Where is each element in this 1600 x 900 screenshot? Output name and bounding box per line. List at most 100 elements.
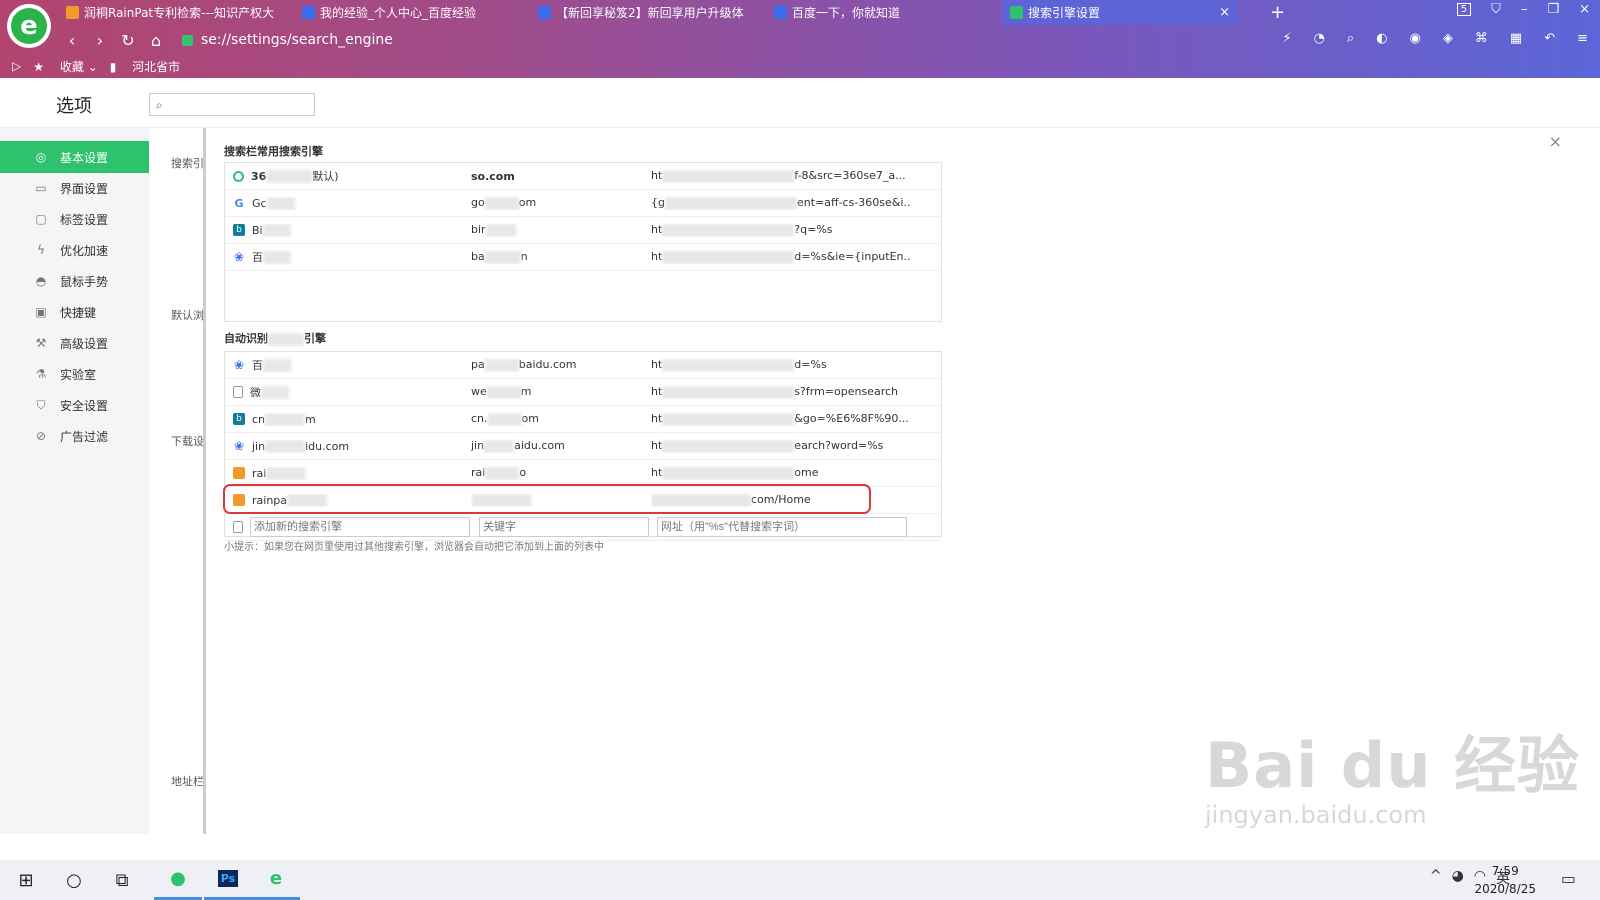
sidebar-item-security[interactable]: ⛉ 安全设置 [0, 389, 149, 421]
engine-keyword: ba [471, 250, 485, 264]
menu-icon[interactable]: ≡ [1577, 31, 1588, 46]
engine-name: Gc [252, 196, 267, 210]
sidebar-item-tabs[interactable]: ▢ 标签设置 [0, 203, 149, 235]
table-row[interactable]: 微 we m ht s?frm=opensearch [225, 379, 941, 406]
sidebar-item-adblock[interactable]: ⊘ 广告过滤 [0, 420, 149, 452]
document-icon [233, 521, 243, 533]
engine-keyword-tail: aidu.com [514, 439, 565, 453]
settings-search-input[interactable] [172, 96, 310, 113]
sidebar-item-lab[interactable]: ⚗ 实验室 [0, 358, 149, 390]
shield-ext-icon[interactable]: ◈ [1443, 31, 1453, 46]
common-engines-title: 搜索栏常用搜索引擎 [224, 145, 323, 158]
wechat-icon[interactable]: ● [154, 860, 202, 900]
table-row[interactable]: ❀ jin idu.com jin aidu.com ht earch?word=%s [225, 433, 941, 460]
shirt-skin-icon[interactable]: ⛉ [1491, 2, 1501, 17]
search-icon[interactable]: ⌕ [1347, 31, 1354, 46]
address-bar[interactable]: se://settings/search_engine [182, 32, 393, 48]
auto-engines-title: 自动识别 引擎 [224, 330, 326, 346]
mouse-icon: ◓ [35, 274, 47, 288]
table-row[interactable]: ❀ 百 ba n ht d=%s&ie={inputEn... [225, 244, 941, 271]
sidebar-item-interface[interactable]: ▭ 界面设置 [0, 172, 149, 204]
tab-close-icon[interactable]: × [1219, 5, 1230, 20]
sidebar-item-label: 广告过滤 [60, 429, 109, 444]
sidebar-item-advanced[interactable]: ⚒ 高级设置 [0, 327, 149, 359]
baidu-paw-icon [302, 6, 315, 19]
block-icon: ⊘ [35, 429, 47, 443]
dialog-close-button[interactable]: × [1549, 132, 1562, 151]
engine-keyword-tail: om [518, 196, 537, 210]
engine-name: 百 [252, 251, 263, 264]
engine-keyword: rai [471, 466, 486, 480]
table-row[interactable]: b Bi bir ht ?q=%s [225, 217, 941, 244]
translate-icon[interactable]: ◐ [1376, 31, 1387, 46]
browser-logo[interactable]: e [7, 4, 51, 48]
baidu-paw-icon [538, 6, 551, 19]
sidebar-item-optimize[interactable]: ϟ 优化加速 [0, 234, 149, 266]
tab-jingyan[interactable]: 我的经验_个人中心_百度经验 [294, 0, 530, 25]
table-row[interactable]: 36 默认) so.com ht f-8&src=360se7_a... [225, 163, 941, 190]
table-row[interactable]: b cn m cn. om ht &go=%E6%8F%90... [225, 406, 941, 433]
baidu-paw-icon: ❀ [233, 439, 245, 453]
extension-icon[interactable]: ◉ [1410, 31, 1421, 46]
engine-name: 36 [251, 169, 267, 183]
favorites-menu[interactable]: ★ 收藏 ⌄ [33, 58, 97, 75]
game-icon[interactable]: ⌘ [1475, 31, 1488, 46]
bookmark-folder[interactable]: ▮ 河北省市 [110, 58, 180, 75]
new-engine-url-input[interactable] [657, 517, 907, 537]
tab-count-badge[interactable]: 5 [1456, 3, 1472, 16]
engine-url: ht [651, 169, 663, 183]
tab-baidu[interactable]: 百度一下，你就知道 [766, 0, 1002, 25]
sidebar-item-label: 优化加速 [60, 243, 109, 258]
windows-start-icon[interactable]: ⊞ [2, 860, 50, 900]
table-row[interactable]: rai rai o ht ome [225, 460, 941, 487]
sidebar-toggle-icon[interactable]: ▷ [12, 59, 21, 73]
logo-e-icon: e [11, 8, 47, 44]
engine-keyword: cn. [471, 412, 488, 426]
clock-date: 2020/8/25 [1474, 882, 1536, 896]
close-window-button[interactable]: × [1579, 2, 1590, 17]
table-row[interactable]: G Gc go om {g ent=aff-cs-360se&i... [225, 190, 941, 217]
cortana-icon[interactable]: ○ [50, 860, 98, 900]
puzzle-icon[interactable]: ▦ [1510, 31, 1522, 46]
forward-button[interactable]: › [86, 31, 114, 50]
restore-button[interactable]: ❐ [1547, 2, 1559, 17]
bolt-icon[interactable]: ⚡ [1282, 31, 1291, 46]
undo-icon[interactable]: ↶ [1544, 31, 1555, 46]
new-tab-button[interactable]: + [1270, 2, 1285, 23]
engine-url: ht [651, 385, 663, 399]
reload-button[interactable]: ↻ [114, 31, 142, 50]
sidebar-item-label: 鼠标手势 [60, 274, 109, 289]
engine-keyword: we [471, 385, 487, 399]
back-button[interactable]: ‹ [58, 31, 86, 50]
task-view-icon[interactable]: ⧉ [98, 860, 146, 900]
new-engine-keyword-input[interactable] [479, 517, 649, 537]
windows-taskbar: ⊞ ○ ⧉ ● Ps e ^ ◕ ◠ 英 7:59 2020/8/25 ▭ [0, 860, 1600, 900]
qq-icon[interactable]: ◕ [1452, 868, 1464, 888]
extension-icon[interactable]: ◔ [1314, 31, 1325, 46]
home-button[interactable]: ⌂ [142, 31, 170, 50]
settings-sidebar: ◎ 基本设置 ▭ 界面设置 ▢ 标签设置 ϟ 优化加速 ◓ 鼠标手势 ▣ 快捷键 ⚒ 高级设置… [0, 128, 149, 834]
tab-title: 润桐RainPat专利检索---知识产权大 [84, 6, 275, 20]
browser-360-icon[interactable]: e [252, 860, 300, 900]
new-engine-name-input[interactable] [250, 517, 470, 537]
tab-search-engine-settings[interactable]: 搜索引擎设置 × [1002, 0, 1238, 25]
table-row[interactable]: ❀ 百 pa baidu.com ht d=%s [225, 352, 941, 379]
nav-bar: ‹ › ↻ ⌂ se://settings/search_engine ⚡ ◔ … [58, 28, 1598, 52]
notification-icon[interactable]: ▭ [1561, 869, 1576, 888]
sidebar-item-basic[interactable]: ◎ 基本设置 [0, 141, 149, 173]
chevron-up-icon[interactable]: ^ [1430, 868, 1442, 888]
sidebar-item-mouse-gesture[interactable]: ◓ 鼠标手势 [0, 265, 149, 297]
minimize-button[interactable]: – [1521, 2, 1528, 17]
engine-name: 百 [252, 359, 263, 372]
engine-url: ht [651, 223, 663, 237]
bg-label-address-bar: 地址栏 [171, 775, 204, 788]
engine-keyword: jin [471, 439, 485, 453]
taskbar-clock[interactable]: 7:59 2020/8/25 [1474, 862, 1536, 898]
sidebar-item-label: 基本设置 [60, 150, 109, 165]
photoshop-icon[interactable]: Ps [204, 860, 252, 900]
tab-xinhuixiang[interactable]: 【新回享秘笈2】新回享用户升级体 [530, 0, 766, 25]
sidebar-item-shortcuts[interactable]: ▣ 快捷键 [0, 296, 149, 328]
bg-label-default-browser: 默认浏 [171, 309, 204, 322]
settings-search-field[interactable]: ⌕ [149, 93, 315, 116]
tab-rainpat[interactable]: 润桐RainPat专利检索---知识产权大 [58, 0, 294, 25]
